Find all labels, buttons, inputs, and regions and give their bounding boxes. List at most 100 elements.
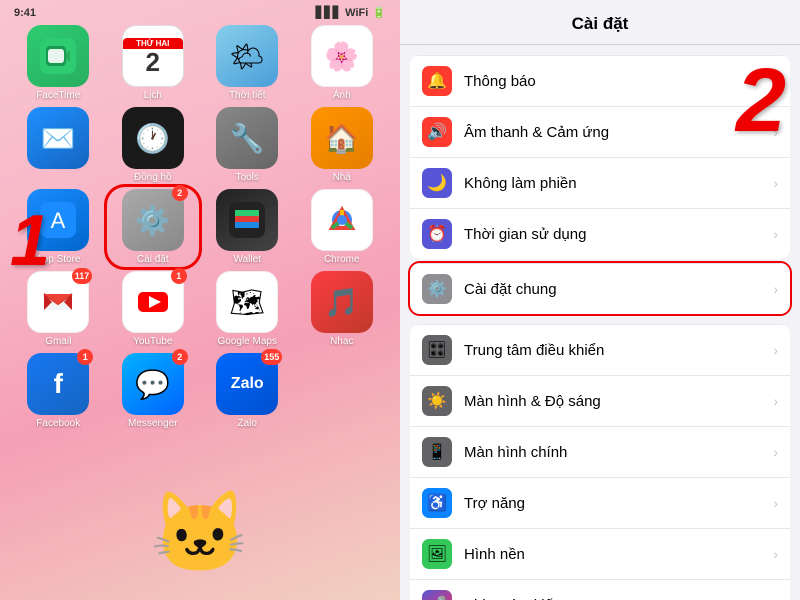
app-settings[interactable]: 2 ⚙️ Cài đặt	[109, 189, 198, 265]
right-wrapper: Cài đặt 🔔 Thông báo › 🔊 Âm thanh & Cảm ứ…	[400, 0, 800, 600]
settings-item-khonglam[interactable]: 🌙 Không làm phiền ›	[410, 158, 790, 209]
settings-list: 🔔 Thông báo › 🔊 Âm thanh & Cảm ứng › 🌙 K…	[400, 45, 800, 600]
settings-item-hinhnenn[interactable]: 🖼 Hình nền ›	[410, 529, 790, 580]
facetime-icon	[27, 25, 89, 87]
wallpaper-icon: 🖼	[422, 539, 452, 569]
facebook-label: Facebook	[36, 418, 80, 429]
app-grid: FaceTime THỨ HAI 2 Lịch 🌤 Thời tiết 🌸 Ản…	[0, 21, 400, 433]
messenger-badge: 2	[172, 349, 188, 365]
settings-header: Cài đặt	[400, 0, 800, 45]
calendar-icon: THỨ HAI 2	[122, 25, 184, 87]
tools-label: Tools	[236, 172, 259, 183]
maps-icon: 🗺	[216, 271, 278, 333]
gmail-label: Gmail	[45, 336, 71, 347]
left-panel: 9:41 ▋▋▋ WiFi 🔋 FaceTime THỨ HAI 2 Lịch …	[0, 0, 400, 600]
youtube-badge: 1	[171, 268, 187, 284]
facebook-icon: 1 f	[27, 353, 89, 415]
app-zalo[interactable]: 155 Zalo Zalo	[203, 353, 292, 429]
app-chrome[interactable]: Chrome	[298, 189, 387, 265]
sound-label: Âm thanh & Cảm ứng	[464, 124, 773, 141]
siri-label: Siri & Tìm kiếm	[464, 597, 773, 600]
right-panel: Cài đặt 🔔 Thông báo › 🔊 Âm thanh & Cảm ứ…	[400, 0, 800, 600]
clock-icon: 🕐	[122, 107, 184, 169]
time-icon: ⏰	[422, 219, 452, 249]
accessibility-icon: ♿	[422, 488, 452, 518]
app-messenger[interactable]: 2 💬 Messenger	[109, 353, 198, 429]
notif-icon: 🔔	[422, 66, 452, 96]
display-icon: ☀️	[422, 386, 452, 416]
settings-label: Cài đặt	[137, 254, 169, 265]
clock-label: Đồng hồ	[134, 172, 172, 183]
number-1-overlay: 1	[10, 200, 50, 282]
youtube-icon: 1	[122, 271, 184, 333]
time-chevron: ›	[773, 226, 778, 242]
settings-group-general-highlighted: ⚙️ Cài đặt chung ›	[410, 263, 790, 314]
dnd-label: Không làm phiền	[464, 175, 773, 192]
facetime-label: FaceTime	[36, 90, 80, 101]
siri-icon: 🎤	[422, 590, 452, 600]
app-photos[interactable]: 🌸 Ảnh	[298, 25, 387, 101]
settings-item-siri[interactable]: 🎤 Siri & Tìm kiếm ›	[410, 580, 790, 600]
accessibility-chevron: ›	[773, 495, 778, 511]
app-home[interactable]: 🏠 Nhà	[298, 107, 387, 183]
wallet-icon	[216, 189, 278, 251]
app-wallet[interactable]: Wallet	[203, 189, 292, 265]
status-bar: 9:41 ▋▋▋ WiFi 🔋	[0, 0, 400, 21]
home-icon: 🏠	[311, 107, 373, 169]
status-icons: ▋▋▋ WiFi 🔋	[316, 6, 386, 19]
battery-icon: 🔋	[372, 6, 386, 19]
photos-label: Ảnh	[333, 90, 351, 101]
settings-item-thoigian[interactable]: ⏰ Thời gian sử dụng ›	[410, 209, 790, 259]
settings-item-manhinh[interactable]: ☀️ Màn hình & Độ sáng ›	[410, 376, 790, 427]
settings-item-tronang[interactable]: ♿ Trợ năng ›	[410, 478, 790, 529]
time-label: Thời gian sử dụng	[464, 226, 773, 243]
accessibility-label: Trợ năng	[464, 495, 773, 512]
status-time: 9:41	[14, 7, 36, 19]
chrome-icon	[311, 189, 373, 251]
home-label: Nhà	[333, 172, 351, 183]
maps-label: Google Maps	[218, 336, 277, 347]
facebook-badge: 1	[77, 349, 93, 365]
settings-item-trungtam[interactable]: 🎛 Trung tâm điều khiển ›	[410, 324, 790, 376]
dnd-icon: 🌙	[422, 168, 452, 198]
cat-decoration: 🐱	[150, 486, 250, 580]
homescreen-label: Màn hình chính	[464, 444, 773, 461]
settings-item-manhinhchinh[interactable]: 📱 Màn hình chính ›	[410, 427, 790, 478]
wallpaper-label: Hình nền	[464, 546, 773, 563]
cal-number: 2	[146, 49, 160, 75]
app-mail[interactable]: ✉️	[14, 107, 103, 183]
calendar-label: Lịch	[144, 90, 162, 101]
settings-item-caidatchung[interactable]: ⚙️ Cài đặt chung ›	[410, 263, 790, 314]
weather-icon: 🌤	[216, 25, 278, 87]
settings-item-thongbao[interactable]: 🔔 Thông báo ›	[410, 55, 790, 107]
general-icon: ⚙️	[422, 274, 452, 304]
homescreen-icon: 📱	[422, 437, 452, 467]
app-weather[interactable]: 🌤 Thời tiết	[203, 25, 292, 101]
zalo-label: Zalo	[238, 418, 257, 429]
app-tools[interactable]: 🔧 Tools	[203, 107, 292, 183]
app-gmail[interactable]: 117 Gmail	[14, 271, 103, 347]
gmail-badge: 117	[72, 268, 93, 284]
app-calendar[interactable]: THỨ HAI 2 Lịch	[109, 25, 198, 101]
mail-icon: ✉️	[27, 107, 89, 169]
app-facetime[interactable]: FaceTime	[14, 25, 103, 101]
app-youtube[interactable]: 1 YouTube	[109, 271, 198, 347]
sound-icon: 🔊	[422, 117, 452, 147]
app-maps[interactable]: 🗺 Google Maps	[203, 271, 292, 347]
weather-label: Thời tiết	[229, 90, 266, 101]
tools-icon: 🔧	[216, 107, 278, 169]
general-chevron: ›	[773, 281, 778, 297]
app-clock[interactable]: 🕐 Đồng hồ	[109, 107, 198, 183]
settings-item-amthanh[interactable]: 🔊 Âm thanh & Cảm ứng ›	[410, 107, 790, 158]
display-chevron: ›	[773, 393, 778, 409]
app-facebook[interactable]: 1 f Facebook	[14, 353, 103, 429]
photos-icon: 🌸	[311, 25, 373, 87]
control-chevron: ›	[773, 342, 778, 358]
music-icon: 🎵	[311, 271, 373, 333]
app-music[interactable]: 🎵 Nhạc	[298, 271, 387, 347]
control-icon: 🎛	[422, 335, 452, 365]
messenger-icon: 2 💬	[122, 353, 184, 415]
control-label: Trung tâm điều khiển	[464, 342, 773, 359]
youtube-label: YouTube	[133, 336, 172, 347]
messenger-label: Messenger	[128, 418, 177, 429]
